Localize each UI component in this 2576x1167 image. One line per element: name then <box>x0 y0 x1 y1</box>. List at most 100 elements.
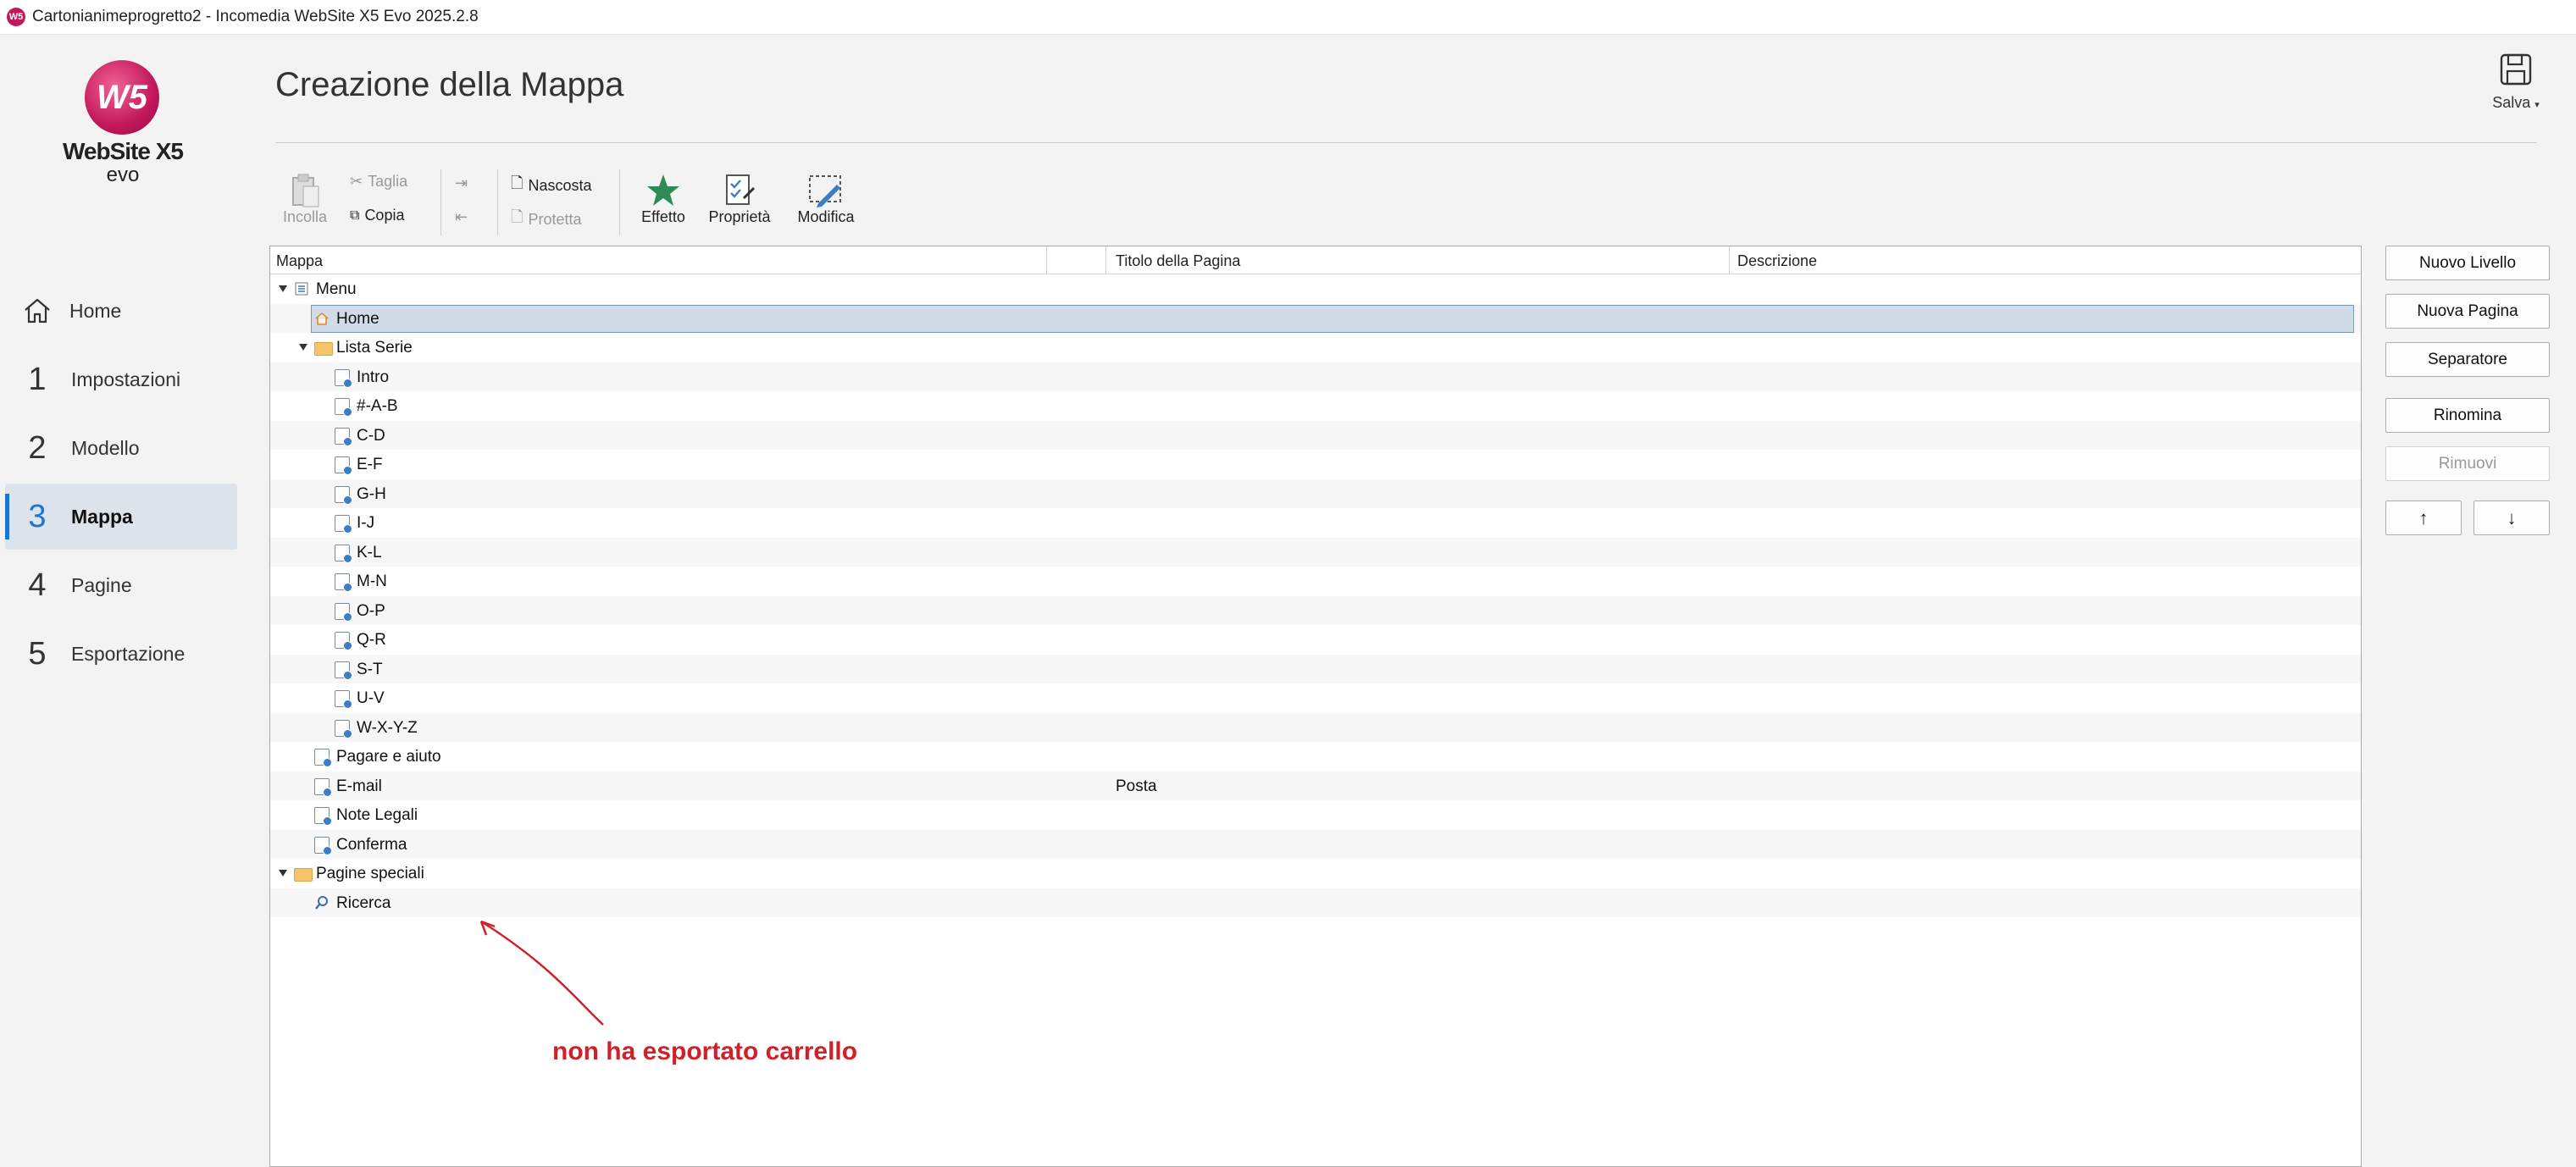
column-divider[interactable] <box>1046 246 1047 274</box>
new-page-button[interactable]: Nuova Pagina <box>2385 294 2550 329</box>
sidebar: W5 WebSite X5 evo Home 1 Impostazioni 2 … <box>0 35 246 1165</box>
tree-row-label: Pagine speciali <box>316 865 424 882</box>
nav-item-mappa[interactable]: 3 Mappa <box>5 484 237 550</box>
new-level-button[interactable]: Nuovo Livello <box>2385 246 2550 280</box>
rename-button[interactable]: Rinomina <box>2385 398 2550 433</box>
column-header: Mappa Titolo della Pagina Descrizione <box>270 246 2361 274</box>
window-title: Cartonianimeprogretto2 - Incomedia WebSi… <box>32 8 479 25</box>
nav-label: Mappa <box>71 505 133 528</box>
tree-row[interactable]: M-N <box>270 567 2361 596</box>
header-divider <box>275 142 2537 143</box>
expander-icon[interactable] <box>279 285 287 292</box>
tree-row[interactable]: U-V <box>270 683 2361 713</box>
tree-row[interactable]: Menu <box>270 274 2361 304</box>
logo: W5 WebSite X5 evo <box>59 60 186 196</box>
save-label: Salva <box>2492 94 2531 111</box>
tree-row[interactable]: Home <box>270 303 2361 333</box>
chevron-down-icon[interactable]: ▾ <box>2534 100 2540 110</box>
column-divider[interactable] <box>1105 246 1106 274</box>
tree-row[interactable]: Pagine speciali <box>270 859 2361 888</box>
home-icon <box>25 298 50 324</box>
tree-row[interactable]: G-H <box>270 478 2361 508</box>
tree-row[interactable]: Conferma <box>270 829 2361 859</box>
save-button[interactable]: Salva ▾ <box>2474 53 2558 129</box>
selection-highlight <box>311 304 2354 333</box>
tree-row-label: Intro <box>357 368 390 386</box>
nav-item-esportazione[interactable]: 5 Esportazione <box>0 621 246 687</box>
page-icon <box>335 602 352 622</box>
nav-item-impostazioni[interactable]: 1 Impostazioni <box>0 346 246 412</box>
tree-row[interactable]: S-T <box>270 654 2361 683</box>
column-header-descrizione[interactable]: Descrizione <box>1737 252 1817 270</box>
properties-icon <box>726 174 756 205</box>
tree-row-label: O-P <box>357 601 385 620</box>
expander-icon[interactable] <box>299 344 307 351</box>
step-number: 1 <box>28 361 47 397</box>
tree-row-label: Home <box>336 309 379 328</box>
tree-row[interactable]: W-X-Y-Z <box>270 712 2361 742</box>
tree-row[interactable]: E-F <box>270 450 2361 479</box>
tree-row[interactable]: Note Legali <box>270 800 2361 830</box>
move-up-button[interactable]: ↑ <box>2385 501 2462 535</box>
page-icon <box>335 368 352 388</box>
step-number: 2 <box>28 429 47 466</box>
separator-button[interactable]: Separatore <box>2385 342 2550 377</box>
folder-icon <box>314 342 333 356</box>
app-icon: W5 <box>7 8 25 26</box>
tree-row-label: G-H <box>357 484 386 503</box>
properties-label: Proprietà <box>708 208 771 225</box>
protected-toggle[interactable]: 🗋 Protetta <box>511 207 582 232</box>
copy-icon: ⧉ <box>350 207 360 223</box>
tree-row[interactable]: E-mail Posta <box>270 771 2361 800</box>
toolbar-separator <box>497 169 498 235</box>
annotation-arrow <box>479 920 604 1026</box>
copy-button[interactable]: ⧉ Copia <box>350 207 404 224</box>
title-bar: W5 Cartonianimeprogretto2 - Incomedia We… <box>0 0 2576 35</box>
outdent-button[interactable]: ⇤ <box>455 208 468 226</box>
move-down-button[interactable]: ↓ <box>2474 501 2550 535</box>
save-icon <box>2500 53 2532 86</box>
nav-item-home[interactable]: Home <box>0 278 246 344</box>
tree-row[interactable]: #-A-B <box>270 391 2361 421</box>
tree-row[interactable]: O-P <box>270 595 2361 625</box>
nav-item-modello[interactable]: 2 Modello <box>0 415 246 481</box>
hidden-toggle[interactable]: 🗋 Nascosta <box>511 173 592 198</box>
page-icon <box>335 398 352 417</box>
tree-row-label: Conferma <box>336 835 407 854</box>
tree-row-label: #-A-B <box>357 397 398 415</box>
tree-row[interactable]: K-L <box>270 537 2361 567</box>
column-header-mappa[interactable]: Mappa <box>276 252 323 270</box>
arrow-down-icon: ↓ <box>2507 506 2517 528</box>
tree-row[interactable]: C-D <box>270 420 2361 450</box>
effect-button[interactable]: Effetto <box>631 173 695 226</box>
cut-label: Taglia <box>368 173 408 190</box>
tree-row[interactable]: Intro <box>270 362 2361 391</box>
properties-button[interactable]: Proprietà <box>704 173 775 226</box>
paste-button[interactable]: Incolla <box>275 171 335 226</box>
cut-button[interactable]: ✂ Taglia <box>350 173 407 191</box>
logo-mark: W5 <box>85 60 159 135</box>
tree-row[interactable]: Pagare e aiuto <box>270 742 2361 772</box>
page-hidden-icon: 🗋 <box>511 174 524 191</box>
annotation-text: non ha esportato carrello <box>552 1037 858 1065</box>
effect-label: Effetto <box>641 208 685 225</box>
tree-row[interactable]: Q-R <box>270 625 2361 655</box>
tree-row-title: Posta <box>1116 777 1157 795</box>
edit-button[interactable]: Modifica <box>792 173 860 226</box>
column-header-titolo[interactable]: Titolo della Pagina <box>1116 252 1240 270</box>
indent-button[interactable]: ⇥ <box>455 174 468 192</box>
expander-icon[interactable] <box>279 870 287 877</box>
tree-row[interactable]: I-J <box>270 508 2361 538</box>
page-icon <box>335 515 352 534</box>
page-icon <box>335 456 352 475</box>
remove-button[interactable]: Rimuovi <box>2385 446 2550 481</box>
page-icon <box>314 777 332 797</box>
outdent-icon: ⇤ <box>455 208 468 225</box>
column-divider[interactable] <box>1729 246 1730 274</box>
tree-row-label: Menu <box>316 280 357 298</box>
tree-row-label: Lista Serie <box>336 339 413 357</box>
page-icon <box>335 661 352 680</box>
tree-row[interactable]: Lista Serie <box>270 333 2361 362</box>
nav-item-pagine[interactable]: 4 Pagine <box>0 552 246 618</box>
page-icon <box>335 690 352 709</box>
